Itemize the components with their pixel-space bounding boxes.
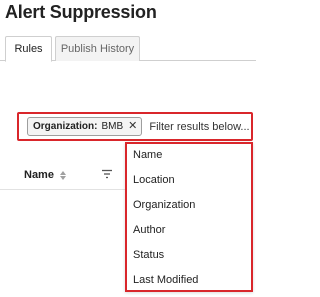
filter-icon[interactable] (101, 168, 113, 180)
sort-icon[interactable] (59, 169, 66, 181)
filter-chip-value: BMB (101, 121, 124, 132)
tab-rules[interactable]: Rules (5, 36, 52, 62)
dropdown-item-name[interactable]: Name (133, 144, 162, 166)
tab-publish-history[interactable]: Publish History (55, 36, 140, 61)
filter-field-dropdown: Name Location Organization Author Status… (125, 142, 253, 292)
tab-bar: Rules Publish History (0, 36, 256, 62)
dropdown-item-author[interactable]: Author (133, 219, 165, 241)
page-title: Alert Suppression (5, 2, 157, 22)
column-header-label: Name (24, 169, 54, 181)
column-header-name[interactable]: Name (24, 169, 66, 181)
dropdown-item-last-modified[interactable]: Last Modified (133, 269, 198, 291)
header-divider (0, 189, 125, 190)
close-icon[interactable]: ✕ (128, 121, 137, 132)
filter-chip-organization[interactable]: Organization: BMB ✕ (27, 117, 143, 136)
filter-chip-key: Organization: (33, 121, 98, 132)
dropdown-item-location[interactable]: Location (133, 169, 175, 191)
dropdown-item-organization[interactable]: Organization (133, 194, 195, 216)
filter-input[interactable] (149, 120, 260, 133)
filter-bar[interactable]: Organization: BMB ✕ (17, 112, 260, 141)
dropdown-item-status[interactable]: Status (133, 244, 164, 266)
